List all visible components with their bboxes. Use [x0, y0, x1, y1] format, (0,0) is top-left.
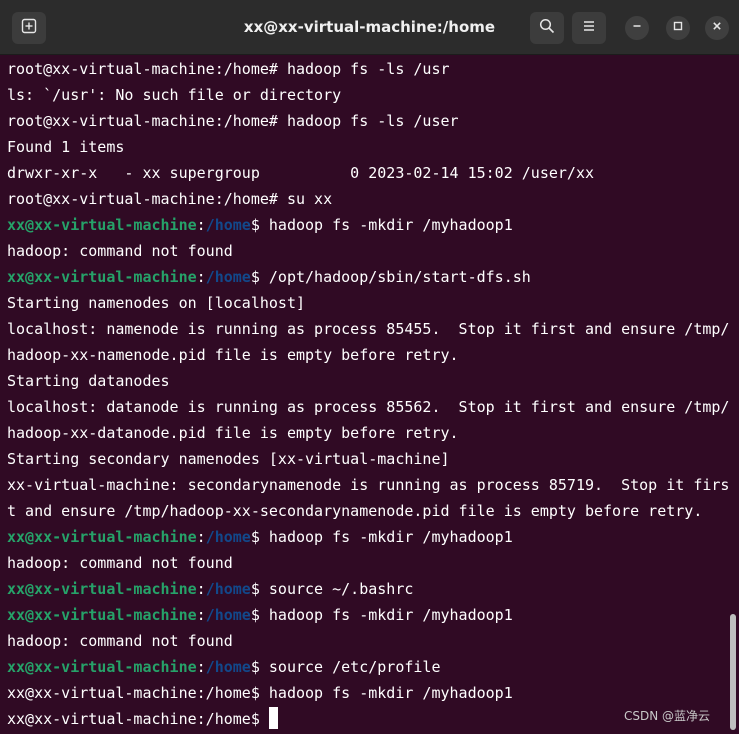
terminal-line: xx@xx-virtual-machine:/home$ hadoop fs -…	[7, 212, 735, 238]
terminal-line: localhost: namenode is running as proces…	[7, 316, 735, 342]
command-text: $ hadoop fs -mkdir /myhadoop1	[250, 528, 513, 546]
terminal-line: Starting namenodes on [localhost]	[7, 290, 735, 316]
close-icon	[711, 19, 723, 37]
minimize-button[interactable]	[625, 16, 649, 40]
output-text: hadoop: command not found	[7, 554, 233, 572]
maximize-button[interactable]	[666, 16, 690, 40]
text-cursor	[268, 707, 278, 729]
output-text: Starting datanodes	[7, 372, 170, 390]
output-text: xx@xx-virtual-machine:/home$ hadoop fs -…	[7, 684, 513, 702]
terminal-line: hadoop: command not found	[7, 550, 735, 576]
terminal-line: root@xx-virtual-machine:/home# hadoop fs…	[7, 108, 735, 134]
terminal-line: Starting datanodes	[7, 368, 735, 394]
terminal-output[interactable]: root@xx-virtual-machine:/home# hadoop fs…	[7, 56, 735, 732]
terminal-line: hadoop: command not found	[7, 628, 735, 654]
minimize-icon	[631, 19, 643, 37]
output-text: hadoop: command not found	[7, 632, 233, 650]
prompt-user-host: xx@xx-virtual-machine	[7, 268, 197, 286]
prompt-path: /home	[205, 528, 251, 546]
command-text: $ hadoop fs -mkdir /myhadoop1	[250, 216, 513, 234]
output-text: Found 1 items	[7, 138, 125, 156]
terminal-line: Starting secondary namenodes [xx-virtual…	[7, 446, 735, 472]
prompt-separator: :	[196, 528, 206, 546]
command-text: $ /opt/hadoop/sbin/start-dfs.sh	[250, 268, 531, 286]
terminal-line: ls: `/usr': No such file or directory	[7, 82, 735, 108]
terminal-line: hadoop-xx-datanode.pid file is empty bef…	[7, 420, 735, 446]
command-text: $ source /etc/profile	[250, 658, 441, 676]
output-text: hadoop-xx-namenode.pid file is empty bef…	[7, 346, 459, 364]
prompt-path: /home	[205, 580, 251, 598]
output-text: localhost: namenode is running as proces…	[7, 320, 730, 338]
output-text: t and ensure /tmp/hadoop-xx-secondarynam…	[7, 502, 703, 520]
prompt-path: /home	[205, 606, 251, 624]
output-text: Starting namenodes on [localhost]	[7, 294, 306, 312]
output-text: hadoop-xx-datanode.pid file is empty bef…	[7, 424, 459, 442]
terminal-line: xx-virtual-machine: secondarynamenode is…	[7, 472, 735, 498]
prompt-path: /home	[205, 268, 251, 286]
title-bar: xx@xx-virtual-machine:/home	[0, 0, 739, 55]
output-text: xx-virtual-machine: secondarynamenode is…	[7, 476, 730, 494]
terminal-line: xx@xx-virtual-machine:/home$ source /etc…	[7, 654, 735, 680]
terminal-line: Found 1 items	[7, 134, 735, 160]
prompt-user-host: xx@xx-virtual-machine	[7, 528, 197, 546]
terminal-line: root@xx-virtual-machine:/home# su xx	[7, 186, 735, 212]
maximize-icon	[672, 19, 684, 37]
output-text: drwxr-xr-x - xx supergroup 0 2023-02-14 …	[7, 164, 594, 182]
terminal-line: hadoop-xx-namenode.pid file is empty bef…	[7, 342, 735, 368]
close-button[interactable]	[705, 16, 729, 40]
prompt-separator: :	[196, 606, 206, 624]
prompt-separator: :	[196, 268, 206, 286]
csdn-watermark: CSDN @蓝净云	[624, 709, 711, 723]
output-text: xx@xx-virtual-machine:/home$	[7, 710, 269, 728]
output-text: root@xx-virtual-machine:/home# hadoop fs…	[7, 60, 450, 78]
search-button[interactable]	[530, 12, 564, 44]
output-text: Starting secondary namenodes [xx-virtual…	[7, 450, 450, 468]
hamburger-menu-icon	[581, 18, 597, 39]
terminal-line: localhost: datanode is running as proces…	[7, 394, 735, 420]
terminal-line: xx@xx-virtual-machine:/home$ hadoop fs -…	[7, 524, 735, 550]
terminal-line: xx@xx-virtual-machine:/home$ hadoop fs -…	[7, 680, 735, 706]
terminal-line: xx@xx-virtual-machine:/home$ /opt/hadoop…	[7, 264, 735, 290]
prompt-separator: :	[196, 658, 206, 676]
prompt-path: /home	[205, 216, 251, 234]
terminal-line: hadoop: command not found	[7, 238, 735, 264]
prompt-user-host: xx@xx-virtual-machine	[7, 658, 197, 676]
scrollbar[interactable]	[730, 614, 736, 730]
output-text: hadoop: command not found	[7, 242, 233, 260]
prompt-separator: :	[196, 580, 206, 598]
prompt-user-host: xx@xx-virtual-machine	[7, 216, 197, 234]
output-text: root@xx-virtual-machine:/home# su xx	[7, 190, 333, 208]
prompt-path: /home	[205, 658, 251, 676]
output-text: root@xx-virtual-machine:/home# hadoop fs…	[7, 112, 459, 130]
terminal-line: xx@xx-virtual-machine:/home$ source ~/.b…	[7, 576, 735, 602]
prompt-separator: :	[196, 216, 206, 234]
command-text: $ source ~/.bashrc	[250, 580, 414, 598]
prompt-user-host: xx@xx-virtual-machine	[7, 580, 197, 598]
output-text: localhost: datanode is running as proces…	[7, 398, 730, 416]
terminal-line: t and ensure /tmp/hadoop-xx-secondarynam…	[7, 498, 735, 524]
terminal-line: drwxr-xr-x - xx supergroup 0 2023-02-14 …	[7, 160, 735, 186]
terminal-line: root@xx-virtual-machine:/home# hadoop fs…	[7, 56, 735, 82]
prompt-user-host: xx@xx-virtual-machine	[7, 606, 197, 624]
menu-button[interactable]	[572, 12, 606, 44]
terminal-line: xx@xx-virtual-machine:/home$ hadoop fs -…	[7, 602, 735, 628]
command-text: $ hadoop fs -mkdir /myhadoop1	[250, 606, 513, 624]
terminal-window: xx@xx-virtual-machine:/home root@xx-virt…	[0, 0, 739, 734]
search-icon	[539, 18, 555, 39]
output-text: ls: `/usr': No such file or directory	[7, 86, 342, 104]
